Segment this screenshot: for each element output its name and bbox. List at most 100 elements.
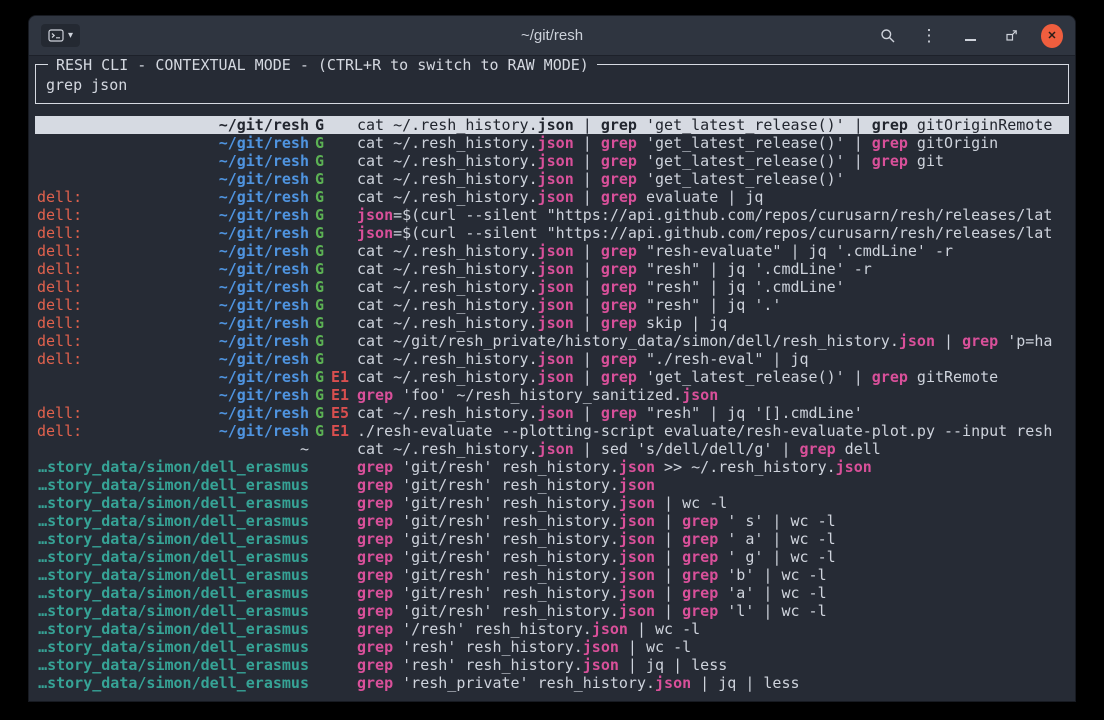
row-location: ~/git/resh	[37, 134, 309, 152]
history-row[interactable]: dell:~/git/reshGcat ~/.resh_history.json…	[35, 278, 1069, 296]
menu-button[interactable]: ⋮	[918, 24, 940, 48]
minimize-button[interactable]	[959, 24, 981, 48]
command-fragment: cat ~/.resh_history.	[357, 404, 538, 422]
directory-label: ~/git/resh	[219, 386, 309, 404]
history-row[interactable]: …story_data/simon/dell_erasmusgrep 'git/…	[35, 530, 1069, 548]
history-row[interactable]: …story_data/simon/dell_erasmusgrep 'resh…	[35, 638, 1069, 656]
history-row[interactable]: …story_data/simon/dell_erasmusgrep 'git/…	[35, 512, 1069, 530]
command-text: json=$(curl --silent "https://api.github…	[357, 224, 1067, 242]
row-location: ~/git/resh	[37, 116, 309, 134]
match-highlight: json	[619, 512, 655, 530]
history-row[interactable]: dell:~/git/reshGcat ~/.resh_history.json…	[35, 314, 1069, 332]
status-flags: G	[315, 278, 357, 296]
command-fragment: cat ~/.resh_history.	[357, 170, 538, 188]
history-row[interactable]: …story_data/simon/dell_erasmusgrep 'git/…	[35, 602, 1069, 620]
command-fragment: | jq | less	[619, 656, 727, 674]
command-fragment: 'git/resh' resh_history.	[393, 602, 619, 620]
match-highlight: json	[682, 386, 718, 404]
history-row[interactable]: ~/git/reshGcat ~/.resh_history.json | gr…	[35, 170, 1069, 188]
match-highlight: grep	[357, 656, 393, 674]
command-fragment: 'resh' resh_history.	[393, 656, 583, 674]
history-row[interactable]: dell:~/git/reshGcat ~/.resh_history.json…	[35, 260, 1069, 278]
flag-g: G	[315, 350, 324, 368]
command-fragment: 'git/resh' resh_history.	[393, 530, 619, 548]
history-row[interactable]: …story_data/simon/dell_erasmusgrep 'git/…	[35, 494, 1069, 512]
history-row[interactable]: …story_data/simon/dell_erasmusgrep '/res…	[35, 620, 1069, 638]
titlebar[interactable]: ▾ ~/git/resh ⋮	[29, 16, 1075, 56]
row-location: dell:~/git/resh	[37, 350, 309, 368]
row-location: …story_data/simon/dell_erasmus	[37, 458, 309, 476]
match-highlight: grep	[601, 116, 637, 134]
desktop-background: ▾ ~/git/resh ⋮	[0, 0, 1104, 720]
directory-label: ~/git/resh	[219, 260, 309, 278]
history-row[interactable]: …story_data/simon/dell_erasmusgrep 'resh…	[35, 656, 1069, 674]
command-text: grep 'foo' ~/resh_history_sanitized.json	[357, 386, 1067, 404]
history-row[interactable]: …story_data/simon/dell_erasmusgrep 'git/…	[35, 476, 1069, 494]
history-row-selected[interactable]: ~/git/reshGcat ~/.resh_history.json | gr…	[35, 116, 1069, 134]
command-fragment: ' s' | wc -l	[718, 512, 835, 530]
directory-label: ~	[300, 440, 309, 458]
history-row[interactable]: dell:~/git/reshGcat ~/git/resh_private/h…	[35, 332, 1069, 350]
history-row[interactable]: dell:~/git/reshGcat ~/.resh_history.json…	[35, 188, 1069, 206]
history-row[interactable]: dell:~/git/reshGjson=$(curl --silent "ht…	[35, 206, 1069, 224]
row-location: dell:~/git/resh	[37, 332, 309, 350]
close-button[interactable]: ✕	[1041, 24, 1063, 48]
match-highlight: grep	[682, 548, 718, 566]
history-row[interactable]: dell:~/git/reshGcat ~/.resh_history.json…	[35, 296, 1069, 314]
history-row[interactable]: dell:~/git/reshGE5cat ~/.resh_history.js…	[35, 404, 1069, 422]
history-row[interactable]: dell:~/git/reshGcat ~/.resh_history.json…	[35, 242, 1069, 260]
command-fragment: |	[574, 278, 601, 296]
history-row[interactable]: …story_data/simon/dell_erasmusgrep 'git/…	[35, 548, 1069, 566]
match-highlight: grep	[601, 314, 637, 332]
directory-label: ~/git/resh	[219, 368, 309, 386]
search-button[interactable]	[877, 24, 899, 48]
history-row[interactable]: …story_data/simon/dell_erasmusgrep 'resh…	[35, 674, 1069, 692]
history-row[interactable]: dell:~/git/reshGjson=$(curl --silent "ht…	[35, 224, 1069, 242]
command-text: ./resh-evaluate --plotting-script evalua…	[357, 422, 1067, 440]
match-highlight: grep	[357, 620, 393, 638]
command-text: cat ~/.resh_history.json | grep 'get_lat…	[357, 170, 1067, 188]
command-fragment: cat ~/.resh_history.	[357, 152, 538, 170]
history-row[interactable]: …story_data/simon/dell_erasmus grep 'git/…	[35, 458, 1069, 476]
command-fragment: | wc -l	[628, 620, 700, 638]
flag-g: G	[315, 260, 324, 278]
command-text: grep 'git/resh' resh_history.json >> ~/.…	[357, 458, 1067, 476]
history-row[interactable]: ~/git/reshGE1grep 'foo' ~/resh_history_s…	[35, 386, 1069, 404]
row-location: …story_data/simon/dell_erasmus	[37, 566, 309, 584]
match-highlight: grep	[872, 134, 908, 152]
history-row[interactable]: dell:~/git/reshGE1./resh-evaluate --plot…	[35, 422, 1069, 440]
match-highlight: json	[619, 602, 655, 620]
command-fragment: cat ~/.resh_history.	[357, 242, 538, 260]
history-row[interactable]: …story_data/simon/dell_erasmusgrep 'git/…	[35, 584, 1069, 602]
chevron-down-icon: ▾	[68, 31, 73, 41]
row-location: dell:~/git/resh	[37, 296, 309, 314]
history-row[interactable]: ~ cat ~/.resh_history.json | sed 's/dell/…	[35, 440, 1069, 458]
restore-button[interactable]	[1000, 24, 1022, 48]
command-fragment: "resh-evaluate" | jq '.cmdLine' -r	[637, 242, 953, 260]
command-text: cat ~/.resh_history.json | grep 'get_lat…	[357, 134, 1067, 152]
command-text: cat ~/.resh_history.json | grep "resh-ev…	[357, 242, 1067, 260]
command-fragment: |	[574, 368, 601, 386]
command-fragment: 'git/resh' resh_history.	[393, 566, 619, 584]
flag-g: G	[315, 116, 324, 134]
search-input[interactable]: grep json	[46, 76, 1058, 94]
status-flags	[315, 440, 357, 458]
match-highlight: json	[619, 584, 655, 602]
match-highlight: grep	[872, 152, 908, 170]
history-row[interactable]: …story_data/simon/dell_erasmusgrep 'git/…	[35, 566, 1069, 584]
match-highlight: grep	[601, 152, 637, 170]
host-label: dell:	[37, 242, 82, 260]
command-fragment: cat ~/.resh_history.	[357, 368, 538, 386]
match-highlight: grep	[682, 584, 718, 602]
directory-label: ~/git/resh	[219, 206, 309, 224]
new-terminal-button[interactable]: ▾	[41, 24, 80, 47]
match-highlight: json	[538, 314, 574, 332]
history-row[interactable]: ~/git/reshGE1cat ~/.resh_history.json | …	[35, 368, 1069, 386]
command-fragment: gitRemote	[908, 368, 998, 386]
command-fragment: |	[574, 296, 601, 314]
titlebar-left: ▾	[41, 24, 80, 47]
history-row[interactable]: dell:~/git/reshGcat ~/.resh_history.json…	[35, 350, 1069, 368]
command-text: cat ~/.resh_history.json | sed 's/dell/d…	[357, 440, 1067, 458]
history-row[interactable]: ~/git/reshGcat ~/.resh_history.json | gr…	[35, 152, 1069, 170]
history-row[interactable]: ~/git/reshGcat ~/.resh_history.json | gr…	[35, 134, 1069, 152]
